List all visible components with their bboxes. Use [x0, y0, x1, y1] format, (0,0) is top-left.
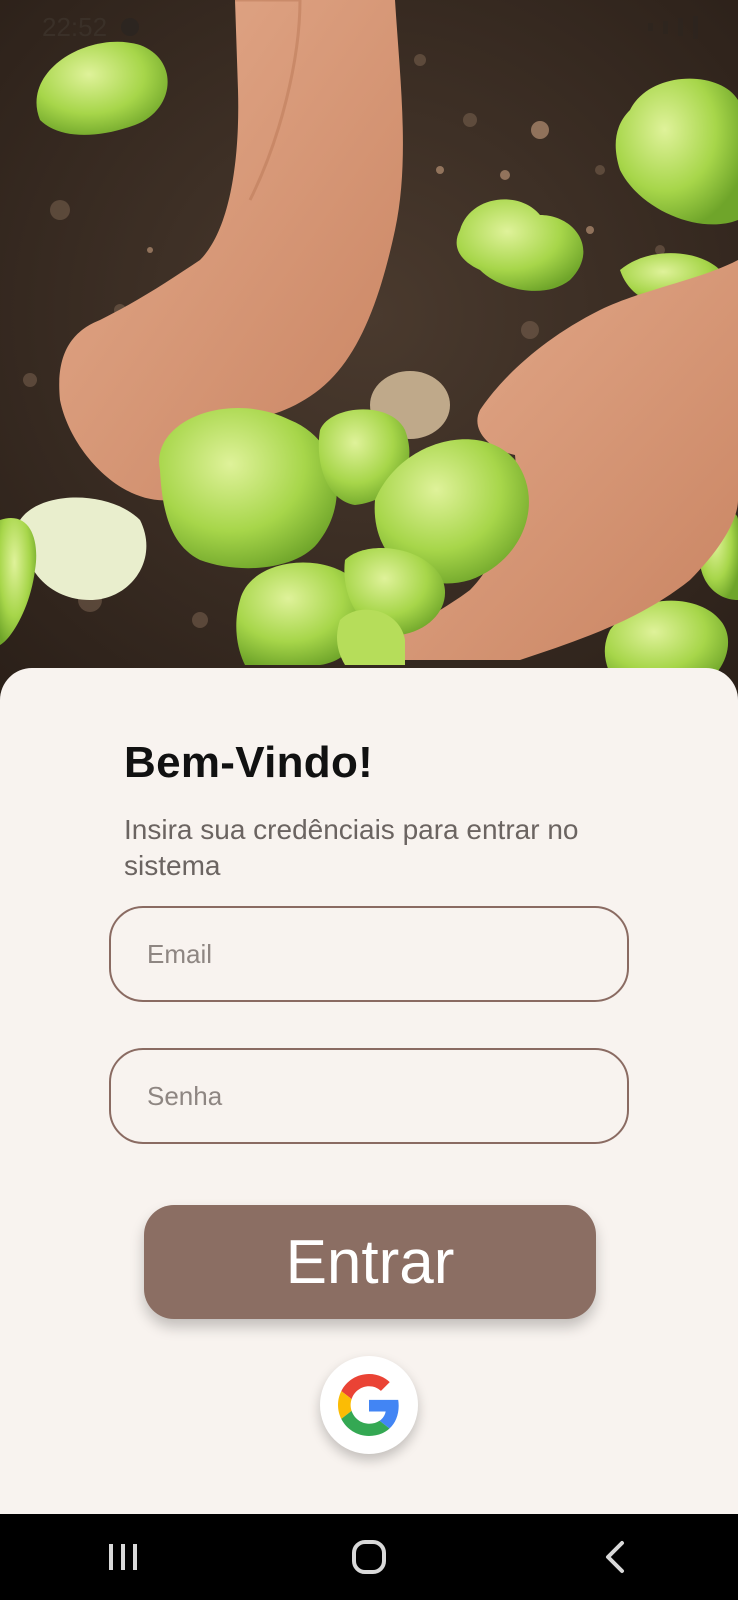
recent-apps-icon [109, 1544, 137, 1570]
status-indicators [648, 15, 698, 39]
google-logo-icon [338, 1374, 399, 1436]
status-bar: 22:52 [0, 0, 738, 54]
home-icon [352, 1540, 386, 1574]
page-subtitle: Insira sua credênciais para entrar no si… [124, 814, 579, 881]
back-button[interactable] [575, 1527, 655, 1587]
system-nav-bar [0, 1514, 738, 1600]
home-button[interactable] [329, 1527, 409, 1587]
login-button[interactable]: Entrar [144, 1205, 596, 1319]
email-field[interactable] [109, 906, 629, 1002]
page-title: Bem-Vindo! [124, 738, 374, 787]
hero-image [0, 0, 738, 700]
notification-icon [121, 18, 140, 36]
recent-apps-button[interactable] [83, 1527, 163, 1587]
back-icon [606, 1541, 624, 1573]
google-signin-button[interactable] [320, 1356, 418, 1454]
status-time: 22:52 [42, 11, 108, 42]
password-field[interactable] [109, 1048, 629, 1144]
